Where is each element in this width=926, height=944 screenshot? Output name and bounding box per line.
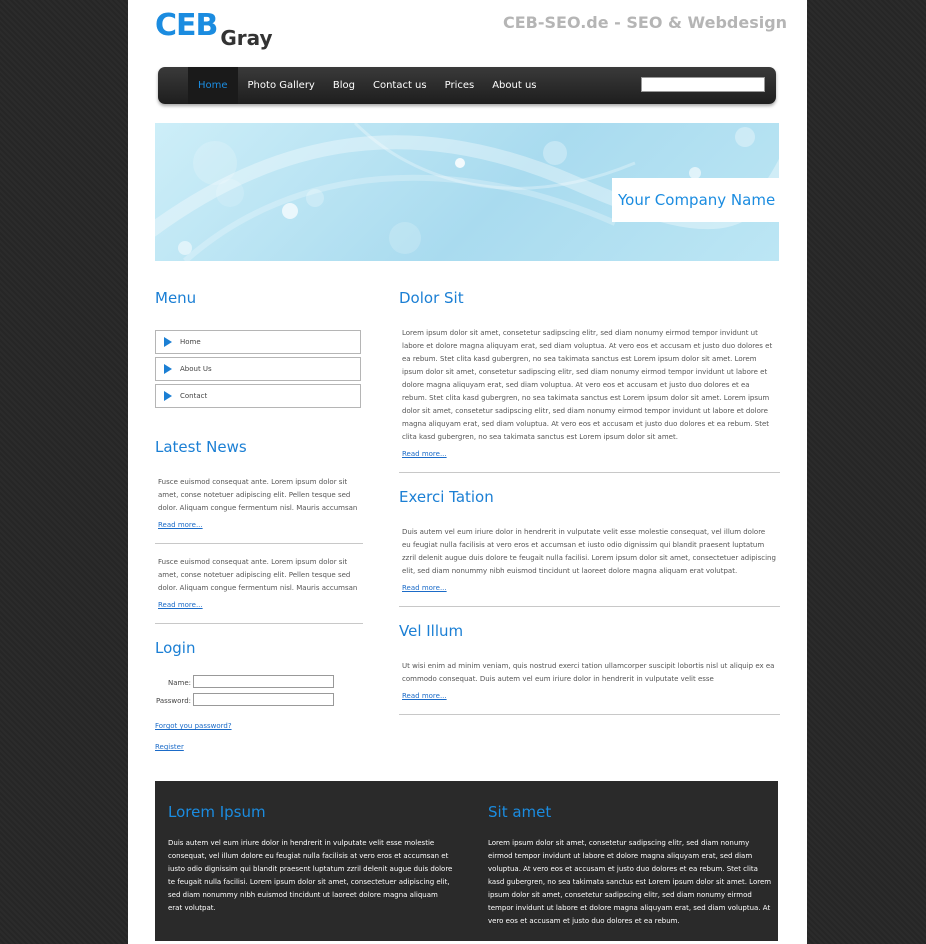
read-more-link[interactable]: Read more... [402,450,776,458]
name-label: Name: [167,679,191,687]
nav-item-blog[interactable]: Blog [325,67,363,104]
header-banner: Your Company Name [155,123,779,261]
news-text: Fusce euismod consequat ante. Lorem ipsu… [158,558,358,592]
divider [399,606,780,607]
sidebar-item-about-us[interactable]: About Us [155,357,361,381]
article-text: Duis autem vel eum iriure dolor in hendr… [402,528,776,575]
sidebar-item-label: About Us [180,365,212,373]
nav-item-home[interactable]: Home [188,67,238,104]
article-title: Dolor Sit [399,289,464,307]
nav-item-prices[interactable]: Prices [437,67,483,104]
article: Duis autem vel eum iriure dolor in hendr… [402,526,776,592]
divider [399,472,780,473]
main-navbar: Home Photo Gallery Blog Contact us Price… [158,67,776,104]
sidebar-item-home[interactable]: Home [155,330,361,354]
article: Ut wisi enim ad minim veniam, quis nostr… [402,660,776,700]
page-container: CEB Gray CEB-SEO.de - SEO & Webdesign Hom… [128,0,807,944]
nav-item-contact-us[interactable]: Contact us [365,67,435,104]
article-text: Ut wisi enim ad minim veniam, quis nostr… [402,662,775,683]
menu-title: Menu [155,289,197,307]
login-name-input[interactable] [193,675,334,688]
news-title: Latest News [155,438,247,456]
nav-item-photo-gallery[interactable]: Photo Gallery [240,67,323,104]
footer-title: Lorem Ipsum [168,803,266,821]
register-link[interactable]: Register [155,743,184,751]
read-more-link[interactable]: Read more... [402,584,776,592]
login-title: Login [155,639,196,657]
article: Lorem ipsum dolor sit amet, consetetur s… [402,327,776,458]
footer-text: Duis autem vel eum iriure dolor in hendr… [168,839,453,912]
news-text: Fusce euismod consequat ante. Lorem ipsu… [158,478,358,512]
article-title: Exerci Tation [399,488,494,506]
search-input[interactable] [641,77,765,92]
site-tagline: CEB-SEO.de - SEO & Webdesign [503,13,788,32]
news-item: Fusce euismod consequat ante. Lorem ipsu… [158,556,364,609]
read-more-link[interactable]: Read more... [402,692,776,700]
company-name: Your Company Name [612,178,779,222]
footer: Lorem Ipsum Duis autem vel eum iriure do… [155,781,778,941]
nav-menu: Home Photo Gallery Blog Contact us Price… [188,67,547,104]
logo-sub-text: Gray [220,26,273,50]
divider [155,543,363,544]
nav-item-about-us[interactable]: About us [484,67,544,104]
divider [399,714,780,715]
login-password-input[interactable] [193,693,334,706]
news-item: Fusce euismod consequat ante. Lorem ipsu… [158,476,364,529]
article-text: Lorem ipsum dolor sit amet, consetetur s… [402,329,773,441]
read-more-link[interactable]: Read more... [158,521,364,529]
sidebar-item-label: Home [180,338,201,346]
play-arrow-icon [164,364,172,374]
logo-main-text: CEB [155,8,218,43]
footer-title: Sit amet [488,803,552,821]
sidebar-item-contact[interactable]: Contact [155,384,361,408]
divider [155,623,363,624]
article-title: Vel Illum [399,622,464,640]
play-arrow-icon [164,391,172,401]
footer-text: Lorem ipsum dolor sit amet, consetetur s… [488,839,772,925]
password-label: Password: [155,697,191,705]
sidebar-item-label: Contact [180,392,208,400]
forgot-password-link[interactable]: Forgot you password? [155,722,232,730]
read-more-link[interactable]: Read more... [158,601,364,609]
play-arrow-icon [164,337,172,347]
site-logo[interactable]: CEB Gray [155,8,273,50]
